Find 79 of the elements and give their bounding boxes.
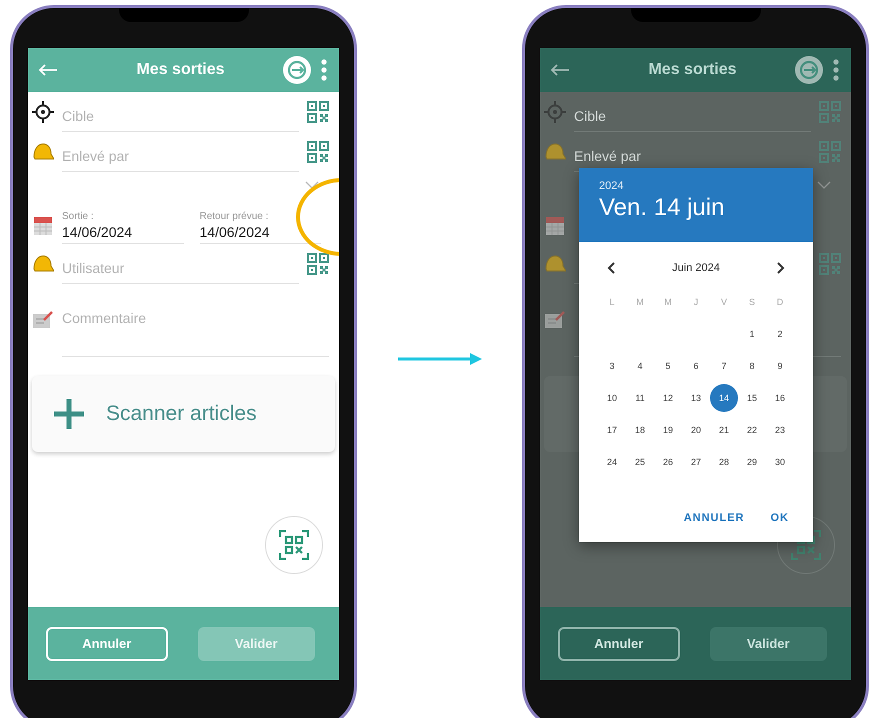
more-menu-icon[interactable] xyxy=(321,59,327,81)
calendar-day[interactable]: 21 xyxy=(710,416,738,444)
chevron-right-icon[interactable] xyxy=(777,262,785,274)
calendar-day[interactable]: 8 xyxy=(738,352,766,380)
back-arrow-icon[interactable] xyxy=(38,64,58,76)
calendar-day[interactable]: 30 xyxy=(766,448,794,476)
input-field[interactable]: Cible xyxy=(574,100,811,132)
qr-code-icon[interactable] xyxy=(307,101,329,123)
calendar-day[interactable]: 2 xyxy=(766,320,794,348)
arrow-icon xyxy=(398,353,482,365)
scan-articles-button[interactable]: Scanner articles xyxy=(32,376,335,452)
calendar-day[interactable]: 22 xyxy=(738,416,766,444)
calendar-day[interactable]: 4 xyxy=(626,352,654,380)
calendar-day[interactable]: 28 xyxy=(710,448,738,476)
selected-year[interactable]: 2024 xyxy=(599,180,793,192)
calendar-day[interactable]: 16 xyxy=(766,384,794,412)
note-edit-icon xyxy=(32,310,54,330)
calendar-day[interactable]: 13 xyxy=(682,384,710,412)
calendar-day[interactable]: 3 xyxy=(598,352,626,380)
date-field[interactable]: 14/06/2024 xyxy=(200,224,321,240)
calendar-day[interactable]: 12 xyxy=(654,384,682,412)
weekday-label: M xyxy=(663,296,673,309)
dialog-action-button[interactable]: ANNULER xyxy=(676,508,752,528)
calendar-day[interactable]: 1 xyxy=(738,320,766,348)
calendar-day[interactable]: 19 xyxy=(654,416,682,444)
chevron-down-icon[interactable] xyxy=(305,181,319,189)
calendar-day[interactable]: 27 xyxy=(682,448,710,476)
back-arrow-icon[interactable] xyxy=(550,64,570,76)
qr-code-icon[interactable] xyxy=(307,253,329,275)
note-edit-icon xyxy=(544,310,566,330)
weekday-label: L xyxy=(608,296,616,309)
calendar-day[interactable]: 7 xyxy=(710,352,738,380)
date-field[interactable]: 14/06/2024 xyxy=(62,224,184,240)
calendar-day[interactable]: 29 xyxy=(738,448,766,476)
weekday-label: J xyxy=(692,296,700,309)
date-label: Retour prévue : xyxy=(200,211,270,222)
calendar-day[interactable]: 6 xyxy=(682,352,710,380)
calendar-day[interactable]: 20 xyxy=(682,416,710,444)
calendar-day[interactable]: 15 xyxy=(738,384,766,412)
footer-button[interactable]: Annuler xyxy=(558,626,680,660)
helmet-icon xyxy=(32,142,54,162)
month-label: Juin 2024 xyxy=(672,262,720,274)
crosshair-icon xyxy=(544,101,566,123)
selected-date: Ven. 14 juin xyxy=(599,194,726,222)
scan-fab-button[interactable] xyxy=(265,516,323,574)
weekday-label: V xyxy=(720,296,728,309)
calendar-day[interactable]: 23 xyxy=(766,416,794,444)
calendar-day[interactable]: 14 xyxy=(710,384,738,412)
more-menu-icon[interactable] xyxy=(833,59,839,81)
qr-scan-icon xyxy=(279,530,309,560)
comment-field[interactable]: Commentaire xyxy=(62,310,329,357)
qr-code-icon[interactable] xyxy=(307,141,329,163)
plus-icon xyxy=(52,397,86,431)
calendar-day[interactable]: 5 xyxy=(654,352,682,380)
date-label: Sortie : xyxy=(62,211,95,222)
calendar-day[interactable]: 18 xyxy=(626,416,654,444)
calendar-day[interactable]: 17 xyxy=(598,416,626,444)
chevron-left-icon[interactable] xyxy=(607,262,615,274)
exit-icon[interactable] xyxy=(795,56,823,84)
exit-icon[interactable] xyxy=(283,56,311,84)
calendar-day[interactable]: 25 xyxy=(626,448,654,476)
weekday-label: M xyxy=(635,296,645,309)
crosshair-icon xyxy=(32,101,54,123)
calendar-day[interactable]: 11 xyxy=(626,384,654,412)
calendar-day[interactable]: 9 xyxy=(766,352,794,380)
chevron-down-icon[interactable] xyxy=(817,181,831,189)
calendar-day[interactable]: 26 xyxy=(654,448,682,476)
calendar-icon xyxy=(32,214,54,236)
calendar-day[interactable]: 10 xyxy=(598,384,626,412)
weekday-label: D xyxy=(776,296,784,309)
helmet-icon xyxy=(544,142,566,162)
dialog-action-button[interactable]: OK xyxy=(762,508,797,528)
calendar-icon xyxy=(544,214,566,236)
helmet-icon xyxy=(544,254,566,274)
weekday-label: S xyxy=(748,296,756,309)
calendar-day[interactable]: 24 xyxy=(598,448,626,476)
helmet-icon xyxy=(32,254,54,274)
screen-title: Mes sorties xyxy=(135,61,226,79)
screen-title: Mes sorties xyxy=(647,61,738,79)
